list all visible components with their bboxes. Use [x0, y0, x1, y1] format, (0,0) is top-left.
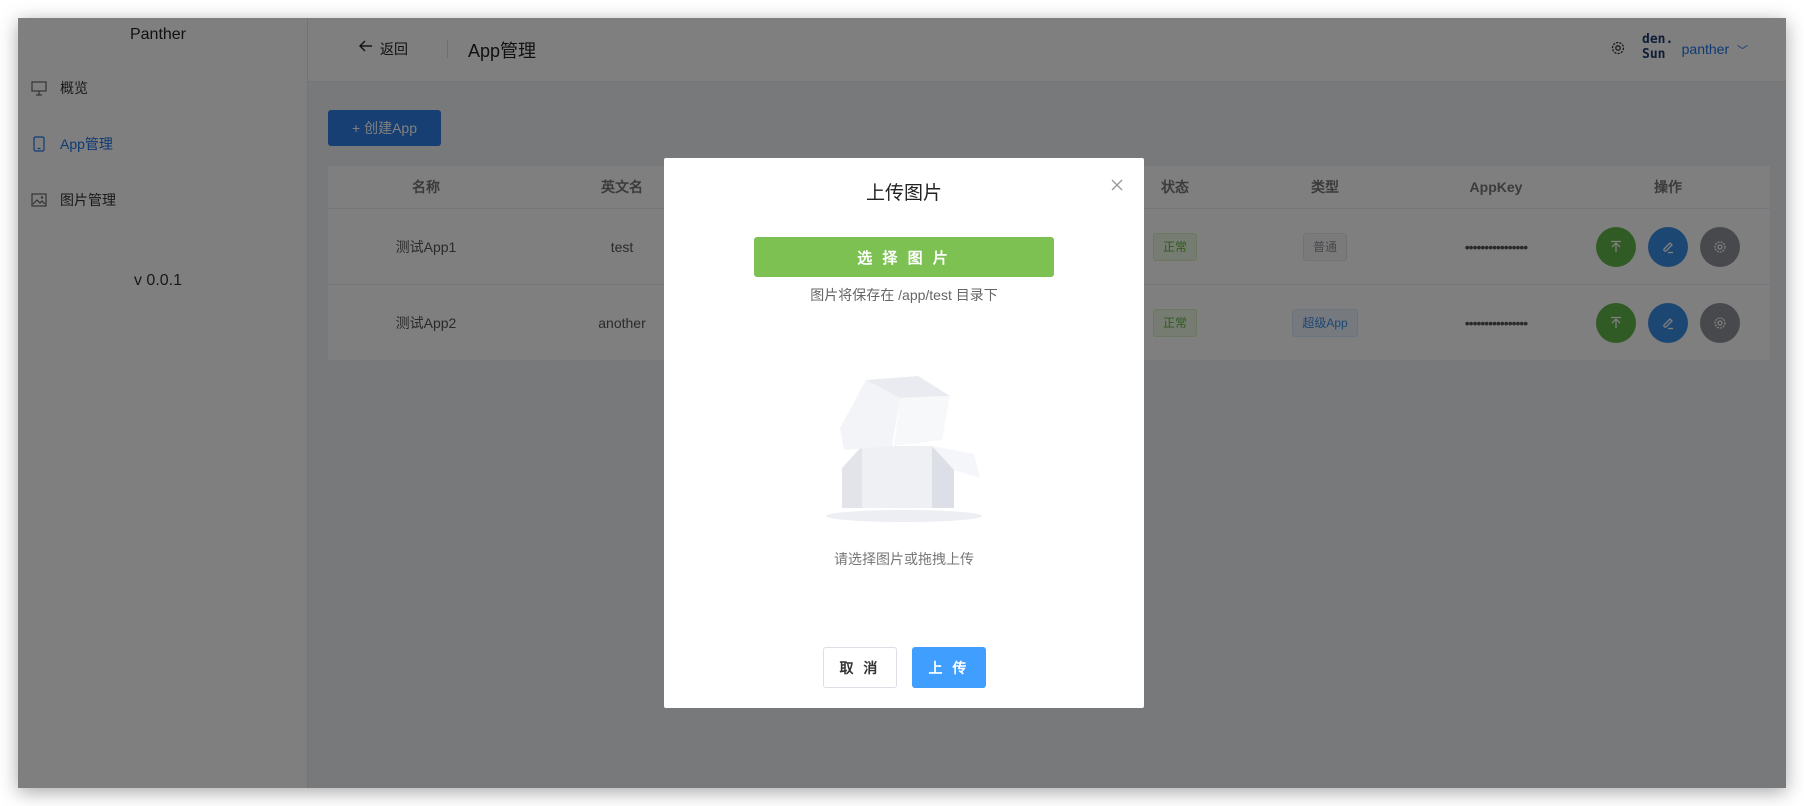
choose-image-button[interactable]: 选 择 图 片	[754, 237, 1054, 277]
close-icon[interactable]	[1110, 178, 1124, 192]
upload-dialog: 上传图片 选 择 图 片 图片将保存在 /app/test 目录下 请选择图片或…	[664, 158, 1144, 708]
cancel-button[interactable]: 取 消	[823, 647, 897, 688]
upload-submit-button[interactable]: 上 传	[912, 647, 986, 688]
drop-hint: 请选择图片或拖拽上传	[834, 551, 974, 567]
dialog-title: 上传图片	[865, 183, 942, 204]
app-window: Panther 概览 App管理 图片管理 v 0.0.1 返	[18, 18, 1786, 788]
empty-box-illustration[interactable]	[814, 358, 994, 528]
save-path-hint: 图片将保存在 /app/test 目录下	[810, 287, 998, 303]
